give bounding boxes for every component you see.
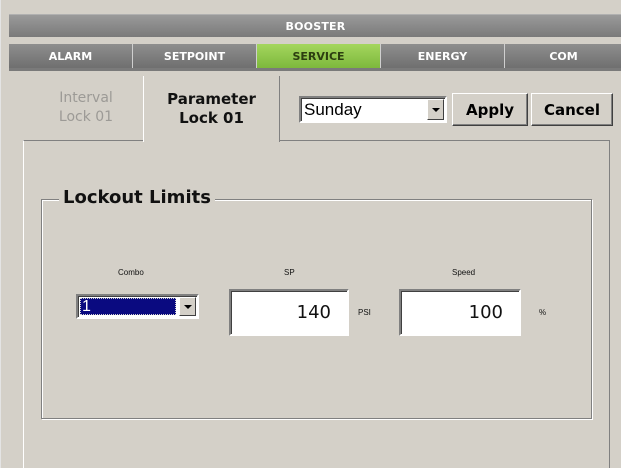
subtab-interval-lock-line2: Lock 01 bbox=[58, 109, 114, 125]
subtab-interval-lock-line1: Interval bbox=[59, 90, 113, 106]
subtab-interval-lock[interactable]: Interval Lock 01 bbox=[31, 76, 141, 140]
tab-energy[interactable]: ENERGY bbox=[381, 44, 505, 68]
tab-alarm-label: ALARM bbox=[48, 49, 93, 63]
cancel-button-label: Cancel bbox=[543, 100, 600, 119]
tab-service-label: SERVICE bbox=[292, 49, 345, 63]
day-select-dropdown-button[interactable] bbox=[427, 99, 444, 120]
sp-label: SP bbox=[284, 268, 295, 277]
nav-divider bbox=[9, 68, 621, 71]
day-select-value: Sunday bbox=[304, 99, 362, 119]
speed-input[interactable]: 100 bbox=[399, 289, 521, 336]
lockout-limits-title: Lockout Limits bbox=[59, 186, 215, 210]
subtab-parameter-lock-line1: Parameter bbox=[167, 90, 256, 108]
cancel-button[interactable]: Cancel bbox=[531, 93, 613, 126]
tab-setpoint[interactable]: SETPOINT bbox=[133, 44, 257, 68]
main-nav: ALARM SETPOINT SERVICE ENERGY COM bbox=[9, 44, 621, 68]
subtab-parameter-lock-line2: Lock 01 bbox=[179, 109, 244, 127]
subtab-parameter-lock[interactable]: Parameter Lock 01 bbox=[143, 76, 280, 142]
title-label: BOOSTER bbox=[285, 19, 346, 33]
speed-label: Speed bbox=[452, 268, 476, 277]
active-tab-joint bbox=[144, 139, 279, 142]
day-select[interactable]: Sunday bbox=[299, 96, 447, 123]
apply-button[interactable]: Apply bbox=[452, 93, 528, 126]
sp-input[interactable]: 140 bbox=[229, 289, 349, 336]
tab-alarm[interactable]: ALARM bbox=[9, 44, 133, 68]
booster-window: BOOSTER ALARM SETPOINT SERVICE ENERGY CO… bbox=[0, 0, 621, 468]
sp-unit: PSI bbox=[358, 308, 371, 317]
chevron-down-icon bbox=[431, 107, 440, 112]
tab-com-label: COM bbox=[549, 49, 578, 63]
tab-com[interactable]: COM bbox=[505, 44, 621, 68]
tab-energy-label: ENERGY bbox=[417, 49, 468, 63]
combo-label: Combo bbox=[118, 268, 144, 277]
apply-button-label: Apply bbox=[465, 100, 514, 119]
title-bar: BOOSTER bbox=[9, 14, 621, 37]
combo-select-dropdown-button[interactable] bbox=[179, 297, 196, 316]
chevron-down-icon bbox=[183, 304, 192, 309]
combo-select-value: 1 bbox=[80, 298, 176, 315]
speed-unit: % bbox=[539, 308, 547, 317]
tab-service[interactable]: SERVICE bbox=[257, 44, 381, 68]
combo-select[interactable]: 1 bbox=[76, 294, 199, 319]
tab-setpoint-label: SETPOINT bbox=[163, 49, 226, 63]
